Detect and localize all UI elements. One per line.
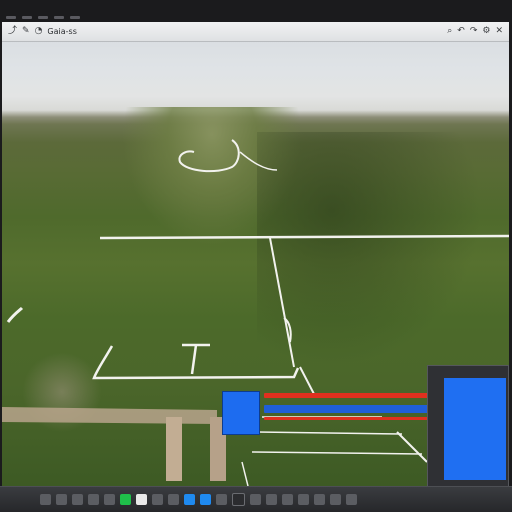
grid-line (251, 451, 423, 455)
bracket-icon[interactable] (266, 494, 277, 505)
document-icon[interactable] (136, 494, 147, 505)
menu-tick (70, 16, 80, 19)
stack-icon[interactable] (330, 494, 341, 505)
undo-icon[interactable]: ↶ (457, 27, 465, 36)
track-red[interactable] (264, 393, 430, 398)
menu-icon[interactable] (314, 494, 325, 505)
toolbar-left-group: ⤴ ✎ ◔ Gaia-ss (8, 27, 77, 37)
folder-icon[interactable] (88, 494, 99, 505)
t-marker-stem (190, 344, 198, 375)
track-blue[interactable] (264, 405, 430, 413)
track-red-thin[interactable] (264, 417, 430, 420)
toolbar-title: Gaia-ss (47, 27, 77, 36)
file-icon[interactable] (72, 494, 83, 505)
curve-line (396, 431, 428, 463)
camera-icon[interactable] (152, 494, 163, 505)
deck-post (166, 417, 182, 481)
menu-tick (54, 16, 64, 19)
horizon-guide-line (99, 234, 509, 240)
search-icon[interactable]: ⌕ (447, 27, 452, 36)
taskbar (0, 486, 512, 512)
side-panel (427, 365, 509, 486)
settings-icon[interactable] (168, 494, 179, 505)
menu-ticks (6, 16, 80, 19)
window-icon[interactable] (40, 494, 51, 505)
grid-line (241, 461, 249, 486)
circle-icon[interactable] (250, 494, 261, 505)
menu-tick (38, 16, 48, 19)
media-icon[interactable] (216, 494, 227, 505)
menu-tick (6, 16, 16, 19)
color-swatch[interactable] (444, 378, 506, 480)
green-app-icon[interactable] (120, 494, 131, 505)
road-branch (239, 151, 278, 171)
blue-app-icon[interactable] (200, 494, 211, 505)
settings-icon[interactable]: ⚙ (482, 27, 490, 36)
left-marker (6, 306, 24, 323)
terminal-icon[interactable] (232, 493, 245, 506)
map-viewport[interactable]: ⤴ ✎ ◔ Gaia-ss ⌕ ↶ ↷ ⚙ ✕ (2, 22, 509, 486)
app-icon[interactable] (104, 494, 115, 505)
menu-tick (22, 16, 32, 19)
card-icon[interactable] (298, 494, 309, 505)
toolbar-right-group: ⌕ ↶ ↷ ⚙ ✕ (447, 27, 503, 36)
grid-line (256, 431, 403, 435)
selection-box[interactable] (222, 391, 260, 435)
image-icon[interactable] (184, 494, 195, 505)
monitor-bezel-top (0, 0, 512, 22)
wooden-deck (2, 407, 217, 424)
redo-icon[interactable]: ↷ (470, 27, 478, 36)
vertical-guide-line (269, 237, 295, 368)
pointer-icon[interactable]: ⤴ (8, 27, 17, 36)
app-toolbar: ⤴ ✎ ◔ Gaia-ss ⌕ ↶ ↷ ⚙ ✕ (2, 22, 509, 42)
road-curve (178, 139, 240, 173)
shape-icon[interactable]: ◔ (35, 27, 43, 36)
close-icon[interactable]: ✕ (495, 27, 503, 36)
diagonal-line (299, 366, 315, 395)
tray-icon[interactable] (346, 494, 357, 505)
grid-icon[interactable] (282, 494, 293, 505)
gear-icon[interactable] (56, 494, 67, 505)
pen-icon[interactable]: ✎ (22, 27, 30, 36)
